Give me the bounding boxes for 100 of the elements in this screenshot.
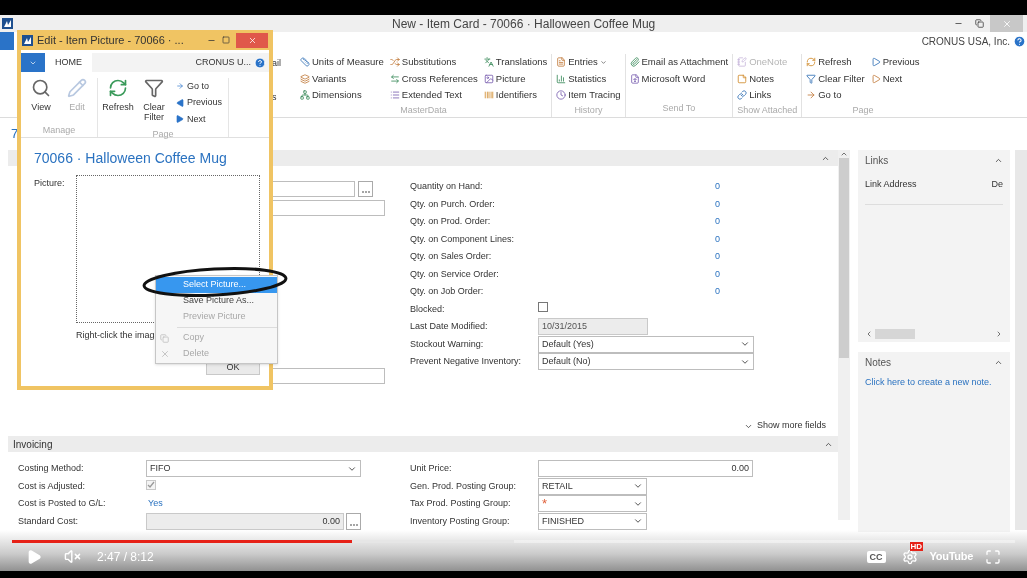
link-value[interactable]: 0 — [715, 197, 720, 211]
play-icon[interactable] — [26, 548, 42, 565]
ribbon-item-icon — [629, 73, 640, 84]
app-logo-icon — [2, 18, 13, 29]
show-more-link[interactable]: Show more fields — [756, 419, 826, 433]
ribbon-button[interactable]: Clear Filter — [806, 70, 865, 87]
field-label: Quantity on Hand: — [410, 180, 484, 193]
progress-track[interactable] — [12, 540, 1015, 543]
new-note-link[interactable]: Click here to create a new note. — [865, 376, 1003, 390]
settings-icon[interactable] — [901, 548, 918, 565]
ribbon-button[interactable]: View — [27, 78, 55, 124]
group-label: Page — [851, 103, 875, 117]
ribbon-button[interactable]: Item Tracing — [556, 87, 621, 104]
field-label: Qty. on Component Lines: — [410, 232, 515, 246]
ribbon-item-icon — [389, 73, 400, 84]
ribbon-button[interactable]: Links — [737, 87, 788, 104]
caret-icon — [599, 58, 607, 66]
close-icon — [247, 35, 257, 45]
ribbon-item-icon — [629, 57, 640, 68]
ribbon-button[interactable]: Entries — [556, 54, 621, 71]
ribbon-button[interactable]: Substitutions — [389, 54, 478, 71]
scrollbar[interactable] — [838, 150, 850, 520]
ribbon-button[interactable]: Refresh — [806, 54, 865, 71]
ribbon-button[interactable]: Units of Measure — [300, 54, 384, 71]
field-label: Blocked: — [410, 302, 446, 316]
checkbox[interactable] — [538, 302, 548, 312]
dialog-title: Edit - Item Picture - 70066 · ... — [37, 32, 184, 48]
group-label: Send To — [661, 101, 697, 115]
scroll-thumb[interactable] — [839, 158, 849, 358]
restore-icon[interactable] — [975, 19, 984, 28]
close-button[interactable] — [236, 32, 268, 48]
ribbon-button[interactable]: Notes — [737, 70, 788, 87]
ribbon-item-icon — [144, 78, 164, 98]
link-value[interactable]: 0 — [715, 232, 720, 246]
dropdown-field[interactable]: FIFO — [146, 460, 361, 478]
ribbon-button[interactable]: Next — [176, 111, 222, 128]
dropdown-field[interactable]: FINISHED — [538, 512, 647, 530]
ribbon-item-icon — [556, 90, 567, 101]
link-value[interactable]: 0 — [715, 267, 720, 281]
section-header[interactable]: Invoicing — [8, 436, 838, 452]
ribbon-button[interactable]: Next — [870, 70, 920, 87]
ribbon-item-icon — [737, 57, 748, 68]
fullscreen-icon[interactable] — [985, 548, 1001, 565]
link-value[interactable]: 0 — [715, 180, 720, 194]
ribbon-item-icon — [870, 73, 881, 84]
ribbon-item-icon — [737, 73, 748, 84]
cost-field: 0.00 — [146, 512, 344, 530]
scroll-up-icon — [840, 150, 848, 158]
group-label: Manage — [41, 123, 77, 137]
ribbon-button[interactable]: Picture — [483, 70, 548, 87]
field-label: Costing Method: — [18, 462, 85, 475]
ribbon-button[interactable]: Cross References — [389, 70, 478, 87]
ribbon-button[interactable]: Clear Filter — [140, 78, 168, 128]
link-value[interactable]: Yes — [146, 498, 163, 508]
ribbon-item-icon — [389, 57, 400, 68]
collapse-icon — [994, 358, 1003, 367]
lookup-button[interactable] — [346, 512, 361, 530]
maximize-icon[interactable] — [222, 36, 230, 44]
dropdown-field[interactable]: RETAIL — [538, 477, 647, 495]
collapse-icon — [994, 156, 1003, 165]
ribbon-button[interactable]: Variants — [300, 70, 384, 87]
ribbon-button[interactable]: Refresh — [104, 78, 132, 128]
column-header: Link Address — [865, 178, 917, 191]
scroll-thumb[interactable] — [875, 329, 915, 339]
ribbon-button[interactable]: Previous — [176, 94, 222, 111]
ribbon-button[interactable]: Go to — [806, 87, 865, 104]
mute-icon[interactable] — [64, 548, 81, 566]
company-name: CRONUS USA, Inc. — [921, 34, 1010, 49]
lookup-button[interactable] — [358, 181, 373, 197]
link-value[interactable]: 0 — [715, 215, 720, 229]
field-label: Qty. on Job Order: — [410, 285, 485, 298]
dropdown-field[interactable]: * — [538, 495, 647, 513]
field-label: Cost is Posted to G/L: — [18, 497, 107, 510]
copy-icon — [160, 333, 169, 343]
ribbon-tab[interactable]: HOME — [45, 53, 92, 72]
ribbon-button[interactable]: Microsoft Word — [629, 70, 729, 87]
field-label: Tax Prod. Posting Group: — [410, 497, 512, 510]
ribbon-button[interactable]: Statistics — [556, 70, 621, 87]
ribbon-button[interactable]: Go to — [176, 78, 222, 95]
ribbon-button[interactable]: Translations — [483, 54, 548, 71]
ribbon-item-icon — [483, 73, 494, 84]
field-label: Unit Price: — [410, 462, 453, 475]
ribbon-button[interactable]: Previous — [870, 54, 920, 71]
dropdown-field[interactable]: Default (No) — [538, 353, 754, 371]
dropdown-field[interactable]: Default (Yes) — [538, 335, 754, 353]
ribbon-button[interactable]: Dimensions — [300, 87, 384, 104]
field-label: Qty. on Sales Order: — [410, 250, 493, 263]
link-value[interactable]: 0 — [715, 285, 720, 299]
help-icon[interactable] — [1013, 34, 1026, 48]
ribbon-item-icon — [176, 82, 184, 91]
help-icon[interactable] — [254, 56, 266, 69]
ribbon-button[interactable]: Extended Text — [389, 87, 478, 104]
ribbon-button[interactable]: Email as Attachment — [629, 54, 729, 71]
link-value[interactable]: 0 — [715, 250, 720, 264]
price-field[interactable]: 0.00 — [538, 460, 753, 478]
captions-button[interactable]: CC — [866, 550, 886, 563]
ribbon-button[interactable]: Identifiers — [483, 87, 548, 104]
close-icon — [1001, 18, 1012, 29]
ribbon-item-icon — [300, 73, 310, 84]
window-title: New - Item Card - 70066 · Halloween Coffee Mug — [392, 15, 656, 33]
